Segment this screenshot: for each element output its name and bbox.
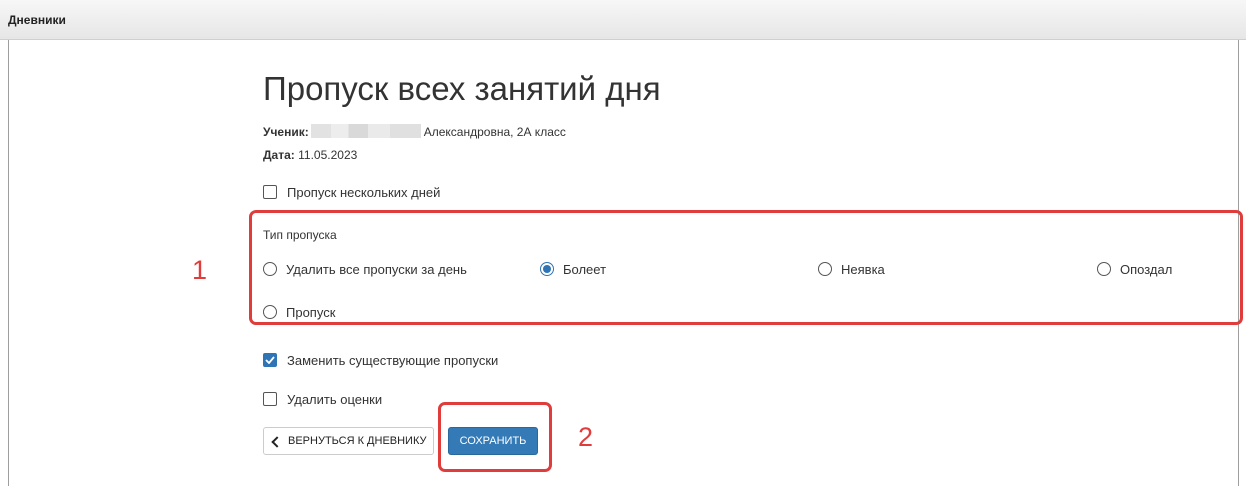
- checkmark-icon: [265, 356, 275, 364]
- annotation-marker-1: 1: [192, 255, 208, 285]
- replace-existing-label: Заменить существующие пропуски: [287, 352, 499, 368]
- panel-header: Дневники: [0, 0, 1246, 40]
- delete-marks-checkbox-row[interactable]: Удалить оценки: [263, 390, 382, 408]
- annotation-box-1: [249, 210, 1243, 325]
- annotation-box-2: [438, 402, 552, 472]
- multi-day-checkbox-row[interactable]: Пропуск нескольких дней: [263, 183, 440, 201]
- annotation-marker-2: 2: [578, 422, 594, 452]
- multi-day-label: Пропуск нескольких дней: [287, 184, 441, 200]
- date-info: Дата: 11.05.2023: [263, 148, 357, 162]
- redacted-name: [310, 124, 421, 138]
- delete-marks-checkbox[interactable]: [263, 392, 277, 406]
- back-button-label: ВЕРНУТЬСЯ К ДНЕВНИКУ: [288, 435, 427, 447]
- student-info: Ученик: Александровна, 2А класс: [263, 124, 566, 139]
- date-label: Дата:: [263, 148, 295, 162]
- page-title: Пропуск всех занятий дня: [263, 70, 661, 107]
- delete-marks-label: Удалить оценки: [287, 391, 383, 407]
- replace-existing-checkbox-row[interactable]: Заменить существующие пропуски: [263, 351, 498, 369]
- panel-border-left: [8, 40, 9, 486]
- date-value: 11.05.2023: [298, 148, 358, 162]
- replace-existing-checkbox[interactable]: [263, 353, 277, 367]
- back-to-diary-button[interactable]: ВЕРНУТЬСЯ К ДНЕВНИКУ: [263, 427, 434, 455]
- student-label: Ученик:: [263, 125, 309, 139]
- panel-title: Дневники: [8, 13, 66, 27]
- chevron-left-icon: [271, 435, 283, 448]
- student-value: Александровна, 2А класс: [423, 125, 566, 139]
- multi-day-checkbox[interactable]: [263, 185, 277, 199]
